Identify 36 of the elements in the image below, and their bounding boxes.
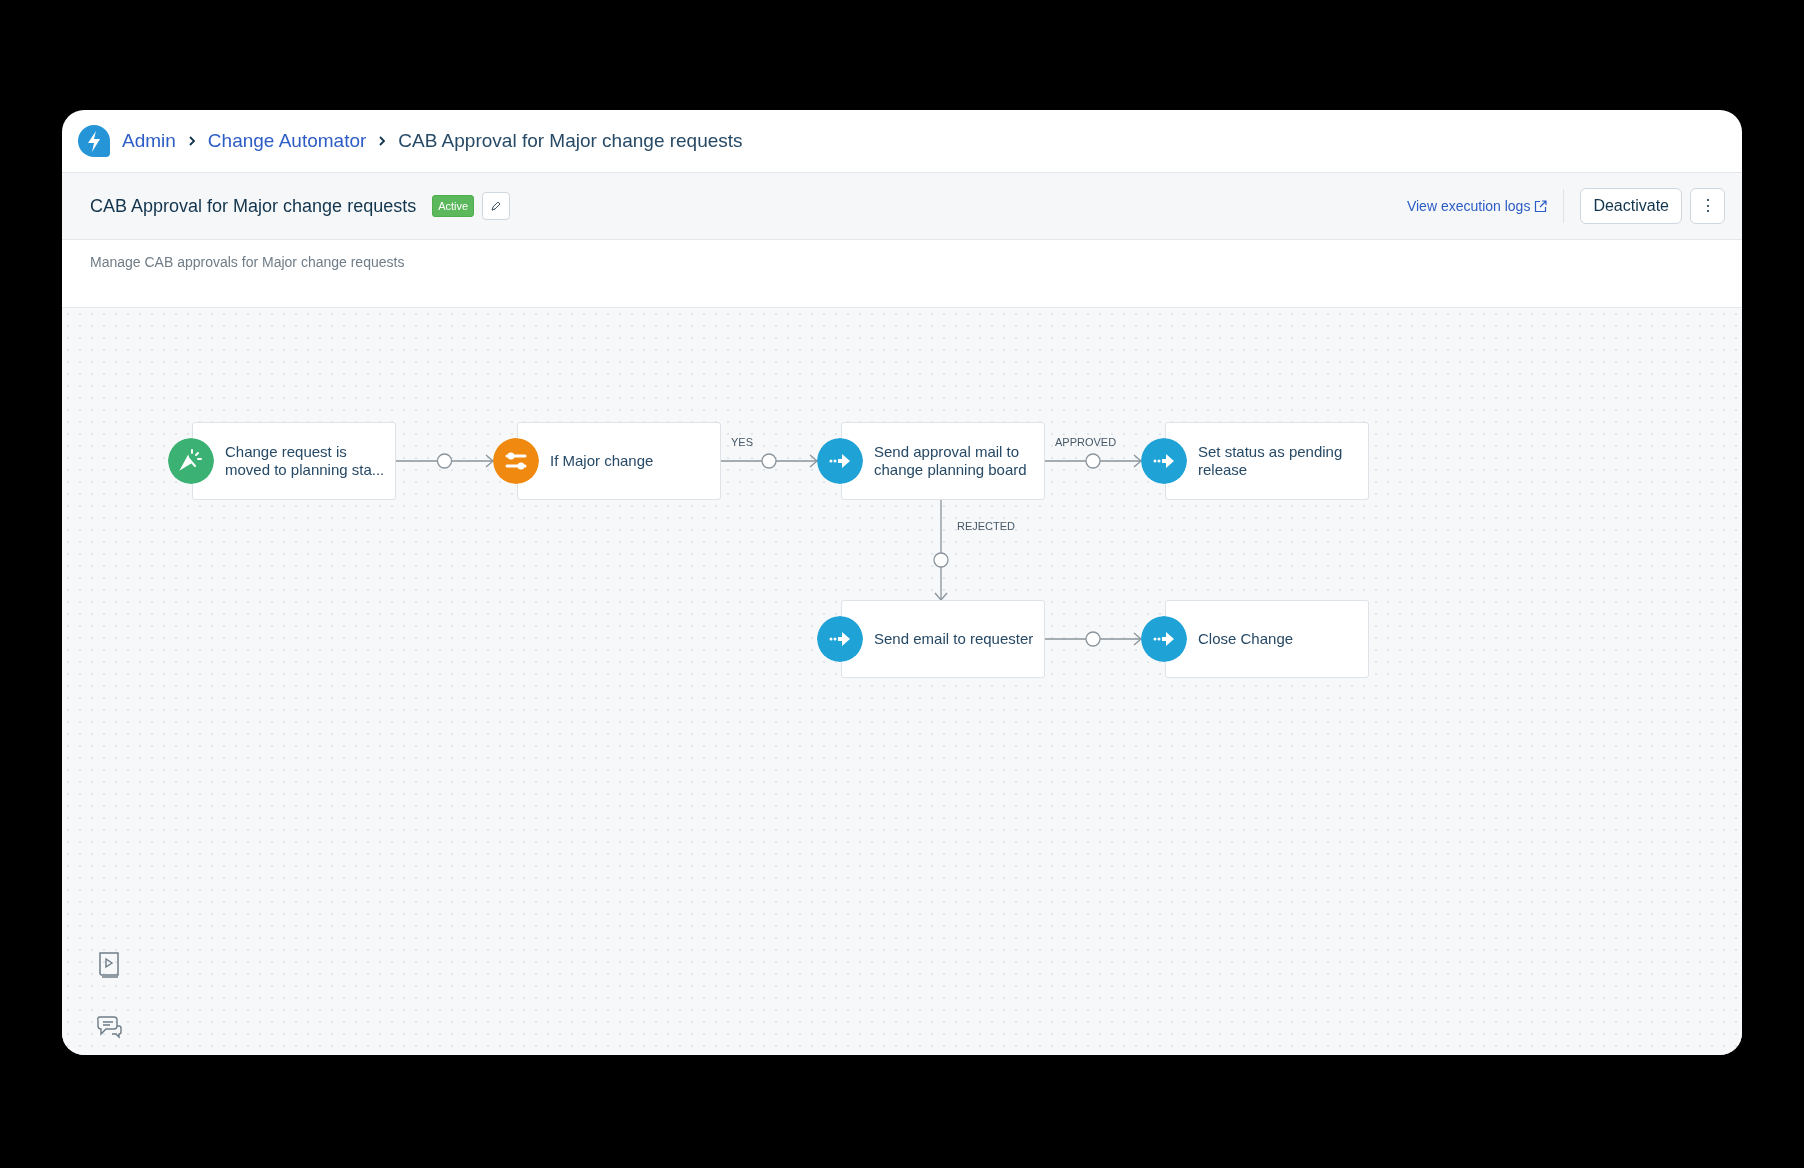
workflow-node[interactable]: Send approval mail to change planning board — [841, 422, 1045, 500]
arrow-right-icon — [817, 438, 863, 484]
workflow-description: Manage CAB approvals for Major change requests — [90, 254, 405, 270]
workflow-node[interactable]: Send email to requester — [841, 600, 1045, 678]
video-book-icon[interactable] — [96, 951, 122, 979]
arrow-right-icon — [1141, 438, 1187, 484]
cursor-click-icon — [168, 438, 214, 484]
node-label: Change request is moved to planning sta... — [225, 443, 386, 479]
sliders-icon — [493, 438, 539, 484]
more-options-button[interactable]: ⋮ — [1690, 188, 1725, 224]
arrow-right-icon — [817, 616, 863, 662]
execution-logs-link[interactable]: View execution logs — [1406, 195, 1548, 217]
workflow-title: CAB Approval for Major change requests — [90, 194, 417, 218]
workflow-node[interactable]: Set status as pending release — [1165, 422, 1369, 500]
breadcrumb-link[interactable]: Admin — [122, 126, 176, 156]
edge-label: REJECTED — [957, 519, 1016, 534]
workflow-node[interactable]: If Major change — [517, 422, 721, 500]
workflow-node[interactable]: Change request is moved to planning sta... — [192, 422, 396, 500]
deactivate-button[interactable]: Deactivate — [1580, 188, 1682, 224]
status-badge: Active — [432, 194, 475, 218]
pencil-icon — [490, 200, 503, 212]
node-label: Set status as pending release — [1198, 443, 1344, 479]
external-link-icon — [1534, 199, 1548, 213]
breadcrumb-link[interactable]: Change Automator — [207, 126, 367, 156]
node-label: Close Change — [1198, 630, 1295, 648]
node-label: If Major change — [550, 452, 655, 470]
arrow-right-icon — [1141, 616, 1187, 662]
edge-label: YES — [731, 435, 753, 450]
edge-label: APPROVED — [1055, 435, 1117, 450]
node-label: Send approval mail to change planning board — [874, 443, 1028, 479]
lightning-logo-icon[interactable] — [76, 123, 112, 159]
node-label: Send email to requester — [874, 630, 1035, 648]
edit-button[interactable] — [482, 192, 511, 220]
breadcrumb-current: CAB Approval for Major change requests — [398, 128, 743, 153]
workflow-node[interactable]: Close Change — [1165, 600, 1369, 678]
chat-icon[interactable] — [96, 1014, 124, 1040]
